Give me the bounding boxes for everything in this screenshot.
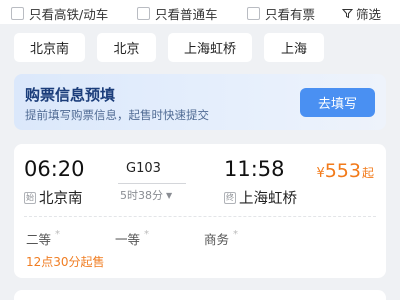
- banner-subtitle: 提前填写购票信息，起售时快速提交: [25, 108, 209, 122]
- arrival-station-name: 上海虹桥: [239, 191, 297, 207]
- departure-station-name: 北京南: [39, 191, 83, 207]
- train-card[interactable]: 06:20 G103 11:58 5时38分 ▼ ¥ 553 起 始 北京南 终…: [14, 144, 386, 278]
- funnel-icon: [342, 9, 353, 19]
- filter-label: 只看普通车: [155, 7, 218, 22]
- station-chip[interactable]: 上海: [264, 33, 324, 62]
- prefill-banner: 购票信息预填 提前填写购票信息，起售时快速提交 去填写: [14, 74, 386, 130]
- seat-class-label: 一等: [115, 232, 141, 247]
- seat-class-second: 二等 *: [26, 229, 60, 248]
- price-currency: ¥: [316, 166, 325, 181]
- fill-in-button[interactable]: 去填写: [300, 88, 375, 117]
- filter-normal-train-only[interactable]: 只看普通车: [137, 4, 218, 23]
- filter-label: 只看高铁/动车: [29, 7, 109, 22]
- presale-time: 12点30分起售: [26, 255, 105, 269]
- filter-button-label: 筛选: [356, 7, 382, 22]
- checkbox-icon[interactable]: [247, 7, 260, 20]
- banner-title: 购票信息预填: [25, 86, 116, 104]
- seat-availability-mark: *: [233, 229, 239, 240]
- price: ¥ 553 起: [316, 160, 374, 182]
- departure-station: 始 北京南: [24, 187, 83, 208]
- seat-availability-mark: *: [55, 229, 61, 240]
- checkbox-icon[interactable]: [137, 7, 150, 20]
- seat-class-label: 商务: [204, 232, 230, 247]
- seat-class-first: 一等 *: [115, 229, 149, 248]
- seat-class-business: 商务 *: [204, 229, 238, 248]
- arrival-station: 终 上海虹桥: [224, 187, 297, 208]
- filter-bar: 只看高铁/动车 只看普通车 只看有票 筛选: [0, 0, 400, 24]
- filter-label: 只看有票: [265, 7, 316, 22]
- price-suffix: 起: [361, 166, 374, 180]
- terminal-tag: 终: [224, 191, 236, 204]
- divider: [24, 216, 376, 217]
- departure-time: 06:20: [24, 157, 85, 181]
- arrival-time: 11:58: [224, 157, 285, 181]
- filter-available-only[interactable]: 只看有票: [247, 4, 315, 23]
- price-value: 553: [324, 160, 361, 182]
- travel-duration[interactable]: 5时38分 ▼: [120, 187, 172, 203]
- filter-button[interactable]: 筛选: [342, 4, 381, 23]
- route-line: [118, 183, 186, 184]
- seat-class-label: 二等: [26, 232, 52, 247]
- station-chip[interactable]: 上海虹桥: [168, 33, 252, 62]
- caret-down-icon: ▼: [166, 190, 173, 200]
- origin-tag: 始: [24, 191, 36, 204]
- train-number: G103: [126, 161, 161, 176]
- duration-text: 5时38分: [120, 189, 163, 202]
- filter-high-speed-only[interactable]: 只看高铁/动车: [11, 4, 108, 23]
- next-train-card[interactable]: [14, 290, 386, 300]
- seat-availability-mark: *: [144, 229, 150, 240]
- station-chip[interactable]: 北京: [97, 33, 156, 62]
- station-chip[interactable]: 北京南: [14, 33, 85, 62]
- checkbox-icon[interactable]: [11, 7, 24, 20]
